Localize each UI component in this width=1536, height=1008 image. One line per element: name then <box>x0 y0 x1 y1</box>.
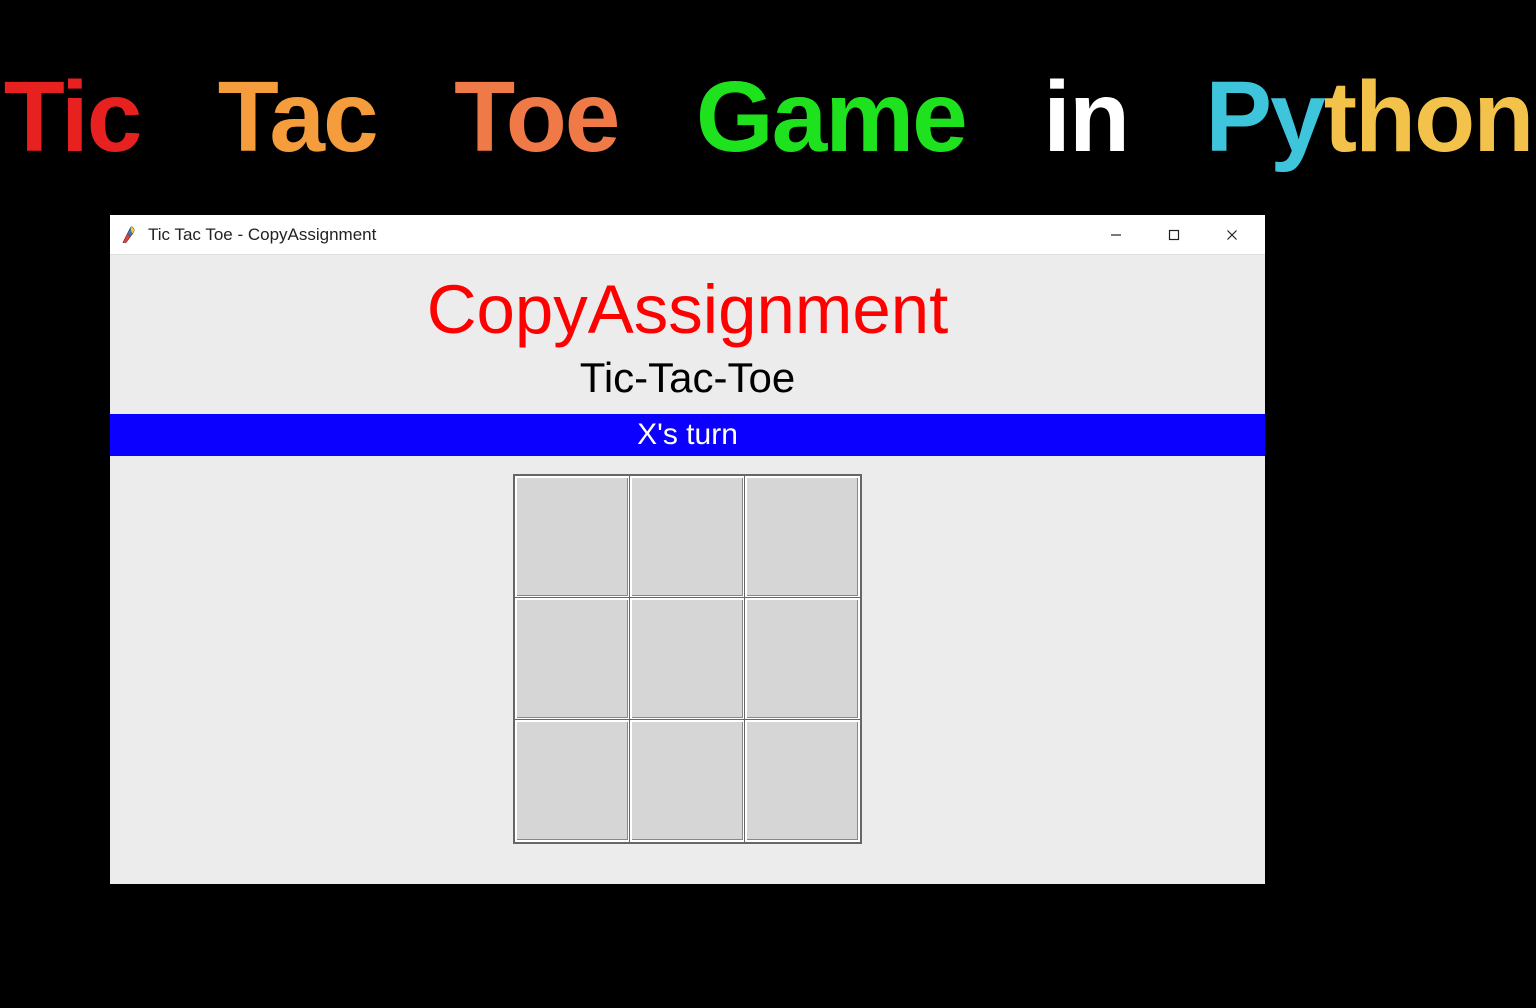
banner-word-game: Game <box>696 60 966 175</box>
minimize-button[interactable] <box>1087 215 1145 254</box>
board-cell-1-0[interactable] <box>515 598 630 720</box>
banner-word-python: Python <box>1205 60 1532 175</box>
board-cell-1-1[interactable] <box>630 598 745 720</box>
banner-word-tac: Tac <box>218 60 377 175</box>
board-cell-2-0[interactable] <box>515 720 630 842</box>
board-wrapper <box>110 474 1265 844</box>
board-cell-1-2[interactable] <box>745 598 860 720</box>
banner-word-toe: Toe <box>454 60 618 175</box>
board-cell-2-2[interactable] <box>745 720 860 842</box>
banner-title: Tic Tac Toe Game in Python <box>0 0 1536 215</box>
brand-heading: CopyAssignment <box>110 255 1265 354</box>
banner-word-tic: Tic <box>4 60 141 175</box>
board-cell-0-2[interactable] <box>745 476 860 598</box>
titlebar[interactable]: Tic Tac Toe - CopyAssignment <box>110 215 1265 255</box>
close-button[interactable] <box>1203 215 1261 254</box>
app-icon <box>120 226 138 244</box>
window-controls <box>1087 215 1261 254</box>
board-cell-0-0[interactable] <box>515 476 630 598</box>
application-window: Tic Tac Toe - CopyAssignment CopyAssignm… <box>110 215 1265 884</box>
turn-indicator: X's turn <box>110 414 1265 456</box>
board-cell-0-1[interactable] <box>630 476 745 598</box>
game-board <box>513 474 862 844</box>
maximize-button[interactable] <box>1145 215 1203 254</box>
banner-word-in: in <box>1043 60 1128 175</box>
app-body: CopyAssignment Tic-Tac-Toe X's turn <box>110 255 1265 884</box>
game-heading: Tic-Tac-Toe <box>110 354 1265 414</box>
board-cell-2-1[interactable] <box>630 720 745 842</box>
window-title: Tic Tac Toe - CopyAssignment <box>148 225 1087 245</box>
